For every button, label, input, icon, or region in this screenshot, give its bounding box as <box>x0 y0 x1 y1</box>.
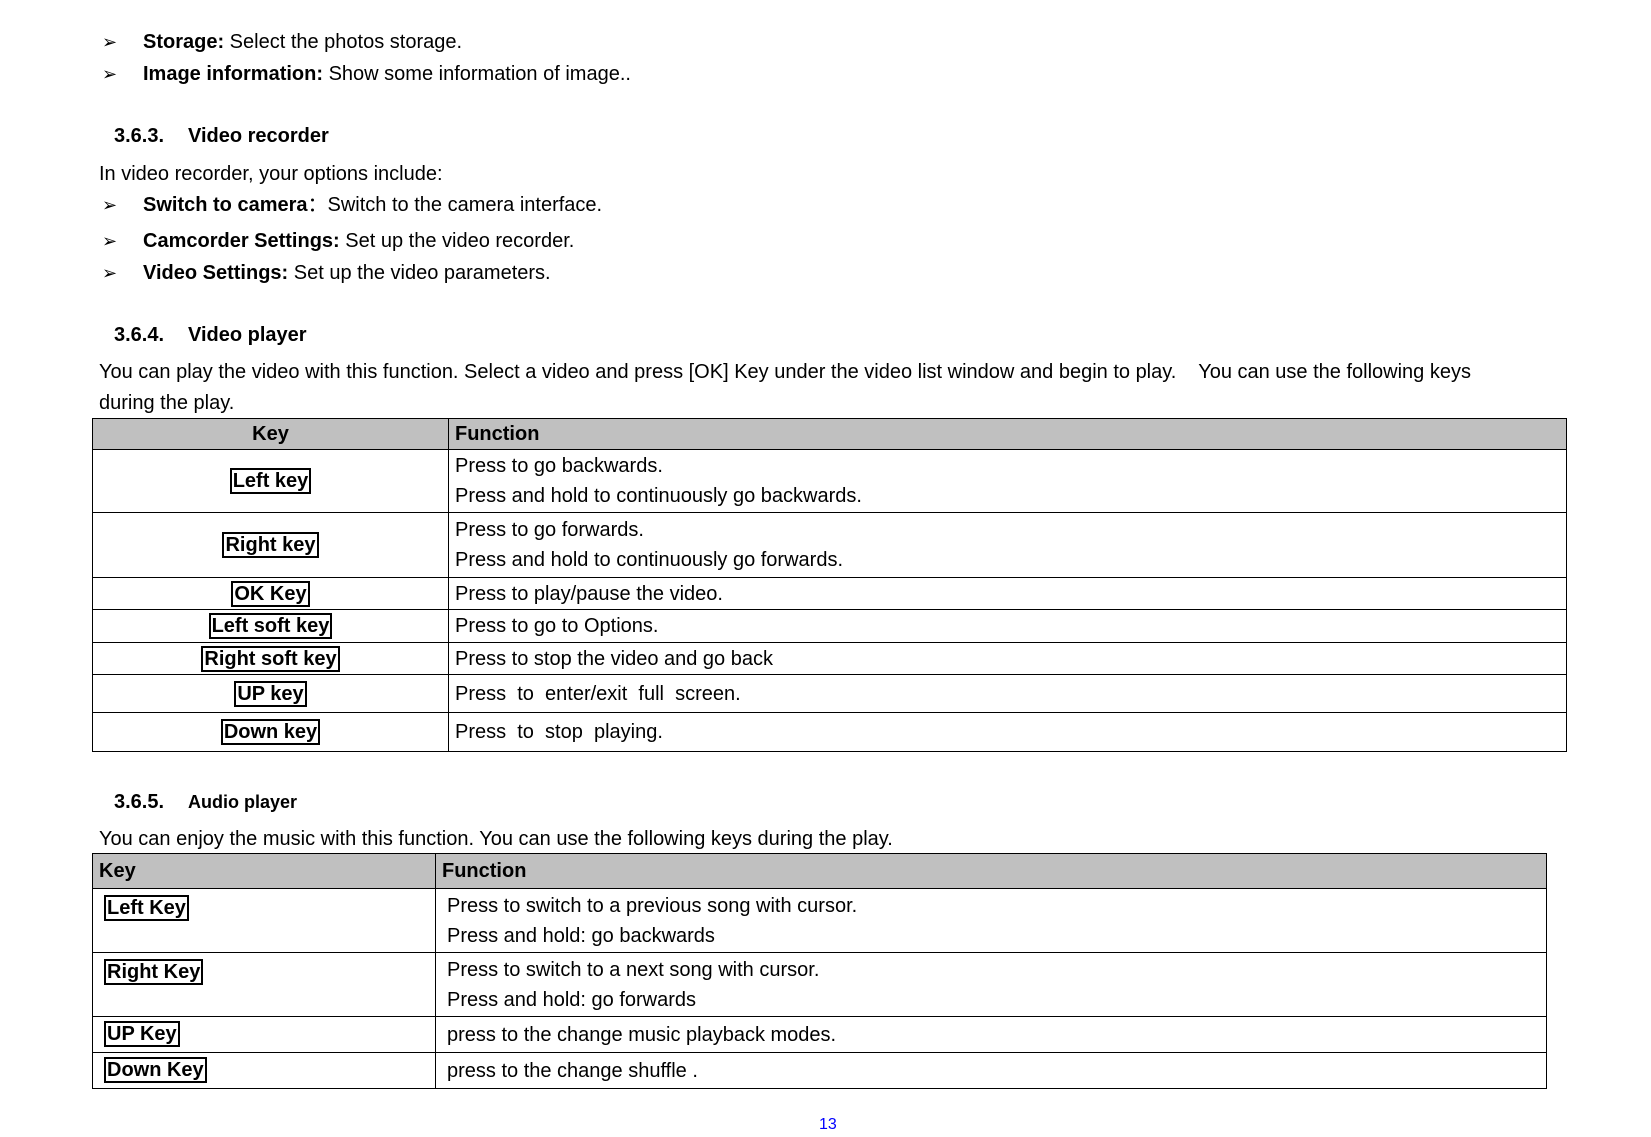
function-line: Press to stop playing. <box>448 712 1567 752</box>
bullet-desc: Set up the video recorder. <box>339 230 575 252</box>
function-line: Press to switch to a previous song with … <box>447 894 858 917</box>
key-label: Right key <box>222 532 319 558</box>
bullet-desc: Show some information of image.. <box>323 63 631 85</box>
bullet-image-information: Image information: Show some information… <box>143 62 631 86</box>
function-line: Press to enter/exit full screen. <box>448 674 1567 713</box>
header-key: Key <box>92 418 449 450</box>
arrow-bullet-icon: ➢ <box>102 263 118 283</box>
section-title: Audio player <box>188 792 298 812</box>
key-label: Down key <box>220 719 321 745</box>
intro-text: You can enjoy the music with this functi… <box>99 828 893 850</box>
table-row: UP Key press to the change music playbac… <box>92 1016 1547 1053</box>
intro-text: In video recorder, your options include: <box>99 163 443 185</box>
bullet-term: Image information: <box>143 63 324 85</box>
bullet-term: Video Settings: <box>143 262 289 284</box>
key-label: Right Key <box>104 959 204 985</box>
function-line: Press to go backwards. <box>455 455 663 477</box>
section-title: Video player <box>188 324 307 346</box>
paragraph-line: You can play the video with this functio… <box>99 361 1471 383</box>
bullet-term: Switch to camera <box>143 194 308 216</box>
video-player-keys-table: Key Function Left key Press to go backwa… <box>92 418 1567 752</box>
table-row: Left Key Press to switch to a previous s… <box>92 888 1547 953</box>
table-row: Down key Press to stop playing. <box>92 712 1567 752</box>
table-row: Down Key press to the change shuffle . <box>92 1052 1547 1089</box>
audio-player-keys-table: Key Function Left Key Press to switch to… <box>92 853 1547 1089</box>
section-number: 3.6.3. <box>114 125 165 147</box>
arrow-bullet-icon: ➢ <box>102 195 118 215</box>
page-number: 13 <box>819 1116 837 1133</box>
key-label: Right soft key <box>201 645 340 672</box>
function-line: Press to go forwards. <box>455 519 644 541</box>
bullet-term: Camcorder Settings: <box>143 230 340 252</box>
key-label: Left soft key <box>208 613 333 639</box>
bullet-camcorder-settings: Camcorder Settings: Set up the video rec… <box>143 229 574 253</box>
bullet-video-settings: Video Settings: Set up the video paramet… <box>143 261 551 285</box>
table-row: UP key Press to enter/exit full screen. <box>92 674 1567 713</box>
bullet-desc: Set up the video parameters. <box>288 262 551 284</box>
arrow-bullet-icon: ➢ <box>102 231 118 251</box>
table-row: Left key Press to go backwards. Press and… <box>92 449 1567 513</box>
bullet-storage: Storage: Select the photos storage. <box>143 30 462 54</box>
table-row: Right soft key Press to stop the video a… <box>92 642 1567 675</box>
arrow-bullet-icon: ➢ <box>102 64 118 84</box>
paragraph-line: during the play. <box>99 392 235 414</box>
table-header-row: Key Function <box>92 853 1547 889</box>
function-line: Press and hold to continuously go forwar… <box>455 549 843 571</box>
bullet-switch-to-camera: Switch to camera：Switch to the camera in… <box>143 193 602 217</box>
bullet-desc: ：Switch to the camera interface. <box>307 194 603 216</box>
key-label: UP Key <box>104 1021 180 1047</box>
table-row: OK Key Press to play/pause the video. <box>92 577 1567 610</box>
header-function: Function <box>448 418 1567 450</box>
key-label: Left key <box>229 468 312 494</box>
key-label: Left Key <box>104 895 189 921</box>
function-line: press to the change music playback modes… <box>435 1016 1547 1053</box>
bullet-desc: Select the photos storage. <box>224 31 463 53</box>
function-line: Press and hold: go backwards <box>447 924 715 947</box>
section-number: 3.6.5. <box>114 791 165 813</box>
header-key: Key <box>92 853 436 889</box>
key-label: OK Key <box>231 580 310 607</box>
function-line: Press and hold: go forwards <box>447 988 697 1011</box>
function-line: press to the change shuffle . <box>435 1052 1547 1089</box>
arrow-bullet-icon: ➢ <box>102 32 118 52</box>
bullet-term: Storage: <box>143 31 225 53</box>
table-row: Right Key Press to switch to a next song… <box>92 952 1547 1017</box>
header-function: Function <box>435 853 1547 889</box>
key-label: UP key <box>234 680 307 707</box>
key-label: Down Key <box>104 1057 207 1083</box>
function-line: Press to switch to a next song with curs… <box>447 958 820 981</box>
function-line: Press and hold to continuously go backwa… <box>455 485 862 507</box>
section-title: Video recorder <box>188 125 329 147</box>
table-row: Right key Press to go forwards. Press and… <box>92 512 1567 578</box>
function-line: Press to go to Options. <box>448 609 1567 643</box>
table-row: Left soft key Press to go to Options. <box>92 609 1567 643</box>
table-header-row: Key Function <box>92 418 1567 450</box>
function-line: Press to stop the video and go back <box>448 642 1567 675</box>
function-line: Press to play/pause the video. <box>448 577 1567 610</box>
section-number: 3.6.4. <box>114 324 165 346</box>
